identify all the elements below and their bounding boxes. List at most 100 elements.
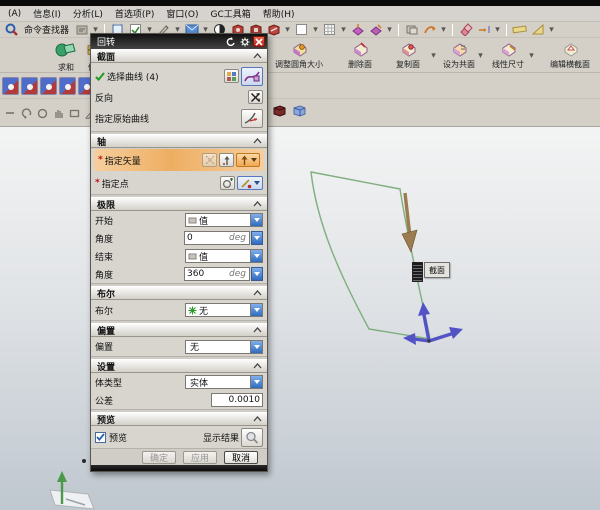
reverse-direction-icon[interactable] — [248, 90, 263, 104]
body-type-dropdown[interactable]: 实体 — [185, 375, 263, 389]
menu-item-gc-toolbox[interactable]: GC工具箱 — [204, 5, 256, 22]
dropdown-caret-icon[interactable]: ▾ — [312, 22, 319, 37]
point-dialog-icon[interactable] — [220, 176, 235, 190]
collapse-chevron-icon[interactable] — [250, 361, 264, 372]
group-preview-header[interactable]: 预览 — [91, 412, 267, 426]
collapse-chevron-icon[interactable] — [250, 325, 264, 336]
dropdown-caret-icon[interactable]: ▾ — [494, 22, 501, 37]
delete-face-tool[interactable]: 删除面 — [333, 41, 387, 70]
vector-type-dropdown[interactable] — [236, 153, 260, 167]
menu-item-information[interactable]: 信息(I) — [27, 5, 67, 22]
select-curve-icon[interactable] — [241, 67, 263, 86]
ok-button[interactable]: 确定 — [142, 451, 176, 464]
origin-curve-icon[interactable] — [241, 109, 263, 128]
grid-face-icon[interactable] — [322, 22, 337, 37]
menu-item-analysis[interactable]: 分析(L) — [67, 5, 109, 22]
group-settings-header[interactable]: 设置 — [91, 359, 267, 373]
pull-face-icon[interactable] — [368, 22, 383, 37]
move-face-icon[interactable] — [350, 22, 365, 37]
angle-options-button[interactable] — [251, 267, 263, 281]
edit-cross-section-tool[interactable]: 编辑横截面 — [543, 41, 597, 70]
select-curve-row[interactable]: 选择曲线 (4) — [91, 63, 267, 89]
menu-item-help[interactable]: 帮助(H) — [257, 5, 301, 22]
end-type-dropdown[interactable]: 值 — [185, 249, 263, 263]
circle-tool-icon[interactable] — [36, 107, 48, 119]
ruler-icon[interactable] — [512, 22, 527, 37]
vector-clear-icon[interactable] — [202, 153, 217, 167]
menu-item-assembly[interactable]: (A) — [2, 7, 27, 21]
start-angle-input[interactable]: 0 deg — [184, 231, 250, 245]
dropdown-caret-icon[interactable]: ▾ — [340, 22, 347, 37]
gc-tool-icon-3[interactable] — [40, 77, 57, 95]
group-boolean-header[interactable]: 布尔 — [91, 286, 267, 300]
collapse-chevron-icon[interactable] — [250, 288, 264, 299]
offset-dropdown[interactable]: 无 — [185, 340, 263, 354]
close-icon[interactable] — [253, 36, 265, 47]
dropdown-caret-icon[interactable]: ▾ — [548, 22, 555, 37]
apply-button[interactable]: 应用 — [183, 451, 217, 464]
resize-blend-tool[interactable]: 调整圆角大小 — [272, 41, 326, 70]
reset-icon[interactable] — [225, 36, 237, 47]
menu-item-preferences[interactable]: 首选项(P) — [109, 5, 160, 22]
collapse-chevron-icon[interactable] — [250, 136, 264, 147]
history-palette-icon[interactable] — [74, 22, 89, 37]
linear-dimension-tool[interactable]: 线性尺寸 — [481, 41, 535, 70]
collapse-chevron-icon[interactable] — [250, 199, 264, 210]
collapse-chevron-icon[interactable] — [250, 51, 264, 62]
command-finder-icon[interactable] — [4, 22, 19, 37]
section-drag-tag[interactable]: 截面 — [412, 262, 450, 282]
group-offset-header[interactable]: 偏置 — [91, 323, 267, 337]
specify-origin-curve-row[interactable]: 指定原始曲线 — [91, 105, 267, 131]
rect-tool-icon[interactable] — [68, 107, 80, 119]
gc-tool-icon-2[interactable] — [21, 77, 38, 95]
red-solid-icon-3[interactable] — [266, 22, 281, 37]
boolean-dropdown[interactable]: 无 — [185, 303, 263, 317]
cancel-button[interactable]: 取消 — [224, 451, 258, 464]
dropdown-caret-icon[interactable]: ▾ — [386, 22, 393, 37]
preview-checkbox[interactable] — [95, 432, 106, 443]
end-angle-input[interactable]: 360 deg — [184, 267, 250, 281]
curve-rule-icon[interactable] — [224, 69, 239, 83]
command-finder-label[interactable]: 命令查找器 — [22, 23, 71, 36]
undo-icon[interactable] — [20, 107, 32, 119]
group-limits-header[interactable]: 极限 — [91, 197, 267, 211]
gc-tool-icon-4[interactable] — [59, 77, 76, 95]
specify-point-row[interactable]: * 指定点 — [91, 172, 267, 194]
point-type-dropdown[interactable] — [237, 176, 263, 190]
dropdown-arrow-icon[interactable] — [250, 341, 262, 353]
group-axis-header[interactable]: 轴 — [91, 134, 267, 148]
cube-stack-icon[interactable] — [404, 22, 419, 37]
copy-face-tool[interactable]: 复制面 — [381, 41, 435, 70]
show-result-magnifier-icon[interactable] — [241, 428, 263, 447]
collapse-chevron-icon[interactable] — [250, 414, 264, 425]
gc-tool-icon-1[interactable] — [2, 77, 19, 95]
dropdown-arrow-icon[interactable] — [250, 376, 262, 388]
dropdown-arrow-icon[interactable] — [250, 250, 262, 262]
minus-icon[interactable] — [4, 107, 16, 119]
specify-vector-row[interactable]: * 指定矢量 — [94, 149, 264, 171]
gear-icon[interactable] — [239, 36, 251, 47]
set-square-icon[interactable] — [530, 22, 545, 37]
dropdown-caret-icon[interactable]: ▾ — [284, 22, 291, 37]
sweep-arrow-icon[interactable] — [422, 22, 437, 37]
dropdown-caret-icon[interactable]: ▾ — [528, 48, 535, 63]
group-section-header[interactable]: 截面 — [91, 49, 267, 63]
datum-plane-glyph — [50, 490, 94, 509]
start-type-dropdown[interactable]: 值 — [185, 213, 263, 227]
vector-dialog-icon[interactable] — [219, 153, 234, 167]
angle-options-button[interactable] — [251, 231, 263, 245]
section-drag-handle-icon[interactable] — [412, 262, 423, 282]
reverse-direction-row[interactable]: 反向 — [91, 89, 267, 105]
dark-solid-cube-icon[interactable] — [272, 103, 287, 118]
menu-item-window[interactable]: 窗口(O) — [160, 5, 204, 22]
dropdown-arrow-icon[interactable] — [250, 304, 262, 316]
pan-hand-icon[interactable] — [52, 107, 64, 119]
dialog-titlebar[interactable]: 回转 — [91, 34, 267, 49]
dual-arrow-icon[interactable] — [476, 22, 491, 37]
glass-cube-icon[interactable] — [292, 103, 307, 118]
dropdown-arrow-icon[interactable] — [250, 214, 262, 226]
empty-box-icon[interactable] — [294, 22, 309, 37]
offset-face-pair-icon[interactable] — [458, 22, 473, 37]
tolerance-input[interactable]: 0.0010 — [211, 393, 263, 407]
dropdown-caret-icon[interactable]: ▾ — [440, 22, 447, 37]
